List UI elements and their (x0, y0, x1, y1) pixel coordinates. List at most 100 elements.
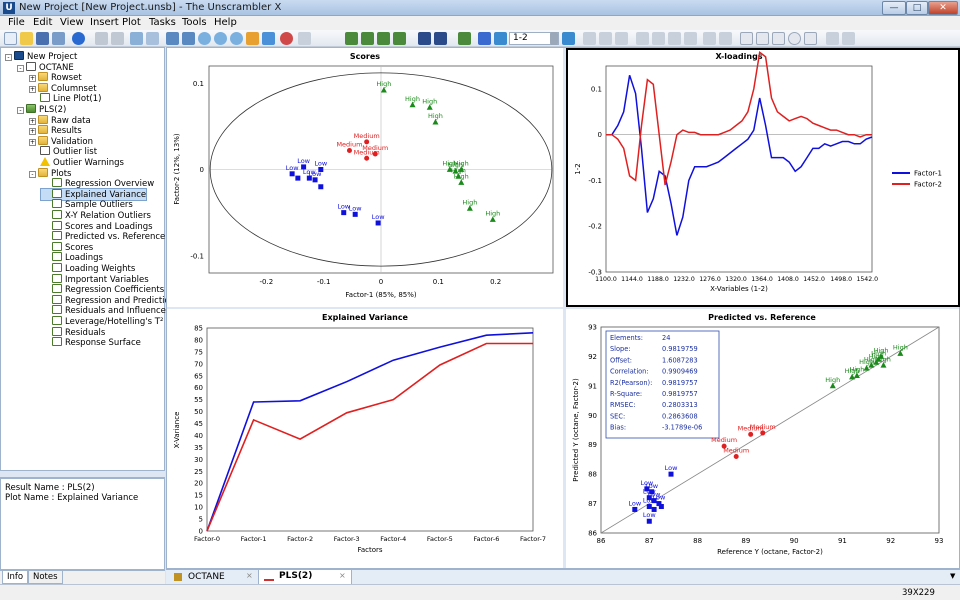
marker-icon[interactable] (246, 32, 259, 45)
tree-item[interactable]: - PLS(2) (17, 104, 66, 115)
collapse-icon[interactable]: - (17, 107, 24, 114)
save-icon[interactable] (36, 32, 49, 45)
splitter-horizontal[interactable] (167, 307, 959, 309)
collapse-icon[interactable]: - (5, 54, 12, 61)
tree-item[interactable]: Sample Outliers (41, 199, 133, 210)
tree-item[interactable]: + Columnset (29, 82, 97, 94)
menu-help[interactable]: Help (214, 17, 237, 28)
tree-item[interactable]: Line Plot(1) (29, 93, 101, 104)
split-icon[interactable] (842, 32, 855, 45)
expand-icon[interactable]: + (29, 128, 36, 136)
draw-rectangle-icon[interactable] (772, 32, 785, 45)
tree-item[interactable]: Outlier list (29, 146, 97, 157)
new-icon[interactable] (4, 32, 17, 45)
expand-icon[interactable]: + (29, 138, 36, 146)
tree-item[interactable]: + Rowset (29, 72, 82, 83)
tree-item[interactable]: Outlier Warnings (29, 157, 124, 168)
dropdown-arrow-icon[interactable] (550, 32, 558, 45)
back-arrow-icon[interactable] (494, 32, 507, 45)
menu-insert[interactable]: Insert (90, 17, 119, 28)
undo-icon[interactable] (95, 32, 108, 45)
tab-notes[interactable]: Notes (28, 571, 63, 584)
select-icon[interactable] (298, 32, 311, 45)
tree-item[interactable]: Leverage/Hotelling's T² (41, 316, 163, 327)
draw-arrow-icon[interactable] (756, 32, 769, 45)
line-chart-icon[interactable] (345, 32, 358, 45)
panel-splitter[interactable] (0, 470, 165, 478)
scatter-chart-icon[interactable] (393, 32, 406, 45)
tab-info[interactable]: Info (2, 571, 29, 584)
import-icon[interactable] (52, 32, 65, 45)
expand-icon[interactable]: + (29, 85, 36, 93)
legend-icon[interactable] (262, 32, 275, 45)
redo-icon[interactable] (111, 32, 124, 45)
tree-item[interactable]: Scores (41, 241, 93, 253)
zoom-in-icon[interactable] (214, 32, 227, 45)
open-icon[interactable] (20, 32, 33, 45)
unmark-icon[interactable] (615, 32, 628, 45)
x-axis-icon[interactable] (418, 32, 431, 45)
collapse-icon[interactable]: - (29, 170, 36, 178)
tab-octane[interactable]: OCTANE (188, 571, 225, 584)
maximize-button[interactable]: □ (906, 1, 928, 15)
target-line-icon[interactable] (668, 32, 681, 45)
bar-chart-2-icon[interactable] (377, 32, 390, 45)
x-loadings-plot[interactable]: X-loadings 1100.0 1144.0 1188.0 1232.0 1276.0… (566, 48, 960, 307)
tree-item[interactable]: Residuals and Influence (41, 305, 166, 316)
bar-chart-icon[interactable] (361, 32, 374, 45)
help-icon[interactable] (72, 32, 85, 45)
zoom-out-icon[interactable] (230, 32, 243, 45)
menu-tools[interactable]: Tools (182, 17, 207, 28)
menu-tasks[interactable]: Tasks (149, 17, 176, 28)
table-icon[interactable] (146, 32, 159, 45)
tree-item[interactable]: Explained Variance (39, 187, 148, 201)
tree-item[interactable]: Scores and Loadings (41, 220, 153, 232)
tree-item[interactable]: Regression and Prediction (41, 294, 175, 306)
tree-item[interactable]: - Plots (29, 167, 71, 179)
sample-grouping-icon[interactable] (583, 32, 596, 45)
stats-icon[interactable] (684, 32, 697, 45)
predicted-vs-reference-plot[interactable]: Predicted vs. Reference 86 87 88 89 90 91 92 93 8… (566, 309, 960, 569)
draw-text-icon[interactable] (804, 32, 817, 45)
chart-type-icon[interactable] (458, 32, 471, 45)
mark-icon[interactable] (599, 32, 612, 45)
forward-arrow-icon[interactable] (562, 32, 575, 45)
draw-ellipse-icon[interactable] (788, 32, 801, 45)
trend-icon[interactable] (636, 32, 649, 45)
tree-item[interactable]: + Results (29, 125, 82, 136)
tree-item[interactable]: Residuals (41, 326, 105, 338)
menu-view[interactable]: View (60, 17, 84, 28)
regression-line-icon[interactable] (652, 32, 665, 45)
tree-item[interactable]: Predicted vs. Reference (41, 231, 165, 242)
y-axis-icon[interactable] (434, 32, 447, 45)
menu-file[interactable]: File (8, 17, 25, 28)
menu-plot[interactable]: Plot (122, 17, 141, 28)
expand-icon[interactable]: + (29, 75, 36, 83)
paste-icon[interactable] (182, 32, 195, 45)
tree-item[interactable]: Loadings (41, 252, 103, 263)
collapse-icon[interactable]: - (17, 64, 24, 72)
tree-item[interactable]: - OCTANE (17, 61, 74, 73)
tree-item[interactable]: Regression Coefficients (41, 284, 164, 295)
minimize-button[interactable]: — (882, 1, 906, 15)
close-button[interactable]: ✕ (928, 1, 958, 15)
expand-icon[interactable]: + (29, 117, 36, 125)
tree-item[interactable]: Response Surface (41, 337, 141, 348)
tree-item[interactable]: Loading Weights (41, 263, 135, 274)
tree-item[interactable]: - New Project (5, 51, 77, 62)
scatter-icon[interactable] (280, 32, 293, 45)
grid-icon[interactable] (130, 32, 143, 45)
tree-item[interactable]: + Raw data (29, 114, 91, 126)
outlier-icon[interactable] (703, 32, 716, 45)
explained-variance-plot[interactable]: Explained Variance Factor-0 Factor-1 Factor… (167, 309, 563, 569)
tree-item[interactable]: Important Variables (41, 273, 149, 285)
close-tab-icon[interactable]: × (339, 571, 346, 580)
zoom-icon[interactable] (198, 32, 211, 45)
menu-edit[interactable]: Edit (33, 17, 52, 28)
crosshair-icon[interactable] (826, 32, 839, 45)
scores-plot[interactable]: Scores -0.2 -0.1 0 0.1 0.2 -0.1 0 0.1 Factor-1 (8… (167, 48, 563, 307)
tab-dropdown-icon[interactable]: ▼ (950, 572, 955, 580)
table-view-icon[interactable] (719, 32, 732, 45)
copy-icon[interactable] (166, 32, 179, 45)
star-icon[interactable] (478, 32, 491, 45)
